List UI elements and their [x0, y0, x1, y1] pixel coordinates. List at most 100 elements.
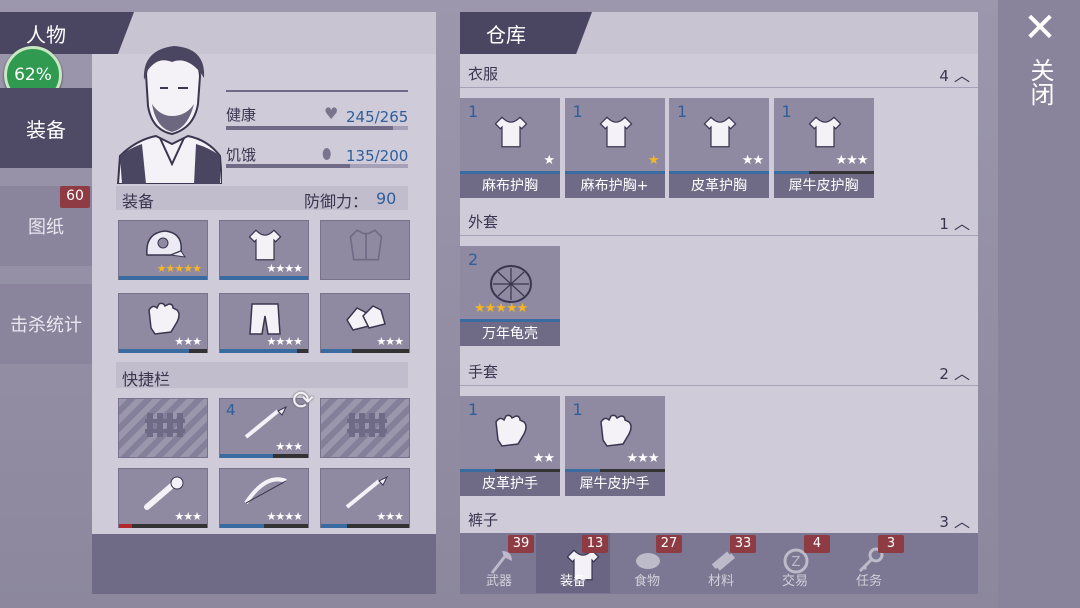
category-count: 4 ︿	[939, 62, 970, 86]
quick-slot[interactable]: ★★★	[118, 468, 208, 528]
category-count-value: 2	[939, 364, 949, 383]
star-rating: ★★	[532, 451, 555, 466]
bow-icon	[242, 475, 288, 511]
star-rating: ★★★★★	[474, 301, 528, 316]
health-bar-fill	[226, 126, 394, 130]
star-rating: ★★★	[376, 335, 404, 348]
bottom-tab-shirt[interactable]: 装备 13	[536, 533, 610, 593]
equipment-slot[interactable]: ★★★★	[219, 220, 309, 280]
star-rating: ★★★★	[266, 335, 303, 348]
chevron-up-icon[interactable]: ︿	[949, 512, 970, 531]
storage-item[interactable]: 1 ★★★ 犀牛皮护手	[564, 396, 665, 496]
glove-icon	[593, 412, 639, 456]
wrench-icon	[141, 475, 187, 511]
bottom-tab-label: 材料	[707, 574, 734, 589]
jacket-empty-icon	[343, 227, 389, 263]
swap-icon[interactable]: ⟳	[286, 386, 320, 416]
durability-bar	[119, 349, 207, 353]
star-rating: ★★★	[376, 510, 404, 523]
quick-slot[interactable]: ★★★	[320, 468, 410, 528]
bottom-tab-key[interactable]: 任务 3	[832, 533, 906, 593]
bottom-tab-label: 任务	[855, 574, 882, 589]
spear-icon	[343, 475, 389, 511]
stats-divider	[226, 90, 408, 92]
locked-fence-icon	[141, 405, 187, 441]
drumstick-icon: ⬮	[322, 145, 332, 163]
equipment-slot[interactable]: ★★★★	[219, 293, 309, 353]
quickbar-label: 快捷栏	[122, 370, 171, 389]
storage-category-header[interactable]: 手套 2 ︿	[460, 358, 978, 386]
equipment-slot[interactable]: ★★★	[320, 293, 410, 353]
chevron-up-icon[interactable]: ︿	[949, 214, 970, 233]
bottom-tab-label: 交易	[781, 574, 808, 589]
close-label[interactable]: 关闭	[1026, 58, 1054, 106]
category-count: 2 ︿	[939, 360, 970, 384]
bottom-tab-badge: 27	[656, 535, 682, 553]
bottom-tab-label: 武器	[485, 574, 512, 589]
svg-text:Z: Z	[792, 555, 801, 570]
equipment-label: 装备	[122, 192, 155, 211]
storage-item[interactable]: 1 ★★ 皮革护手	[460, 396, 560, 496]
star-rating: ★★★★	[266, 510, 303, 523]
hunger-bar-fill	[226, 164, 350, 168]
side-tab-equipment-label: 装备	[26, 117, 66, 142]
durability-bar	[119, 524, 207, 528]
storage-category-header[interactable]: 衣服 4 ︿	[460, 60, 978, 88]
star-rating: ★★★	[174, 510, 202, 523]
item-count: 2	[468, 250, 479, 269]
close-icon[interactable]: ✕	[1022, 8, 1058, 48]
bottom-tab-label: 食物	[633, 574, 660, 589]
equipment-slot[interactable]: ★★★	[118, 293, 208, 353]
health-value: 245/265	[346, 108, 409, 126]
item-count: 1	[781, 102, 792, 121]
item-count: 1	[572, 102, 583, 121]
star-rating: ★	[543, 153, 555, 168]
hunger-value: 135/200	[346, 147, 409, 165]
storage-item[interactable]: 1 ★ 麻布护胸	[460, 98, 560, 198]
bottom-tab-badge: 13	[582, 535, 608, 553]
storage-item[interactable]: 1 ★ 麻布护胸+	[564, 98, 665, 198]
storage-category-header[interactable]: 外套 1 ︿	[460, 208, 978, 236]
locked-fence-icon	[343, 405, 389, 441]
star-rating: ★★	[741, 153, 764, 168]
item-name: 皮革护胸	[669, 174, 769, 198]
chevron-up-icon[interactable]: ︿	[949, 364, 970, 383]
turtle-shell-icon	[488, 262, 534, 306]
chevron-up-icon[interactable]: ︿	[949, 66, 970, 85]
durability-bar	[220, 524, 308, 528]
side-tab-equipment[interactable]: 装备	[0, 88, 92, 168]
storage-item[interactable]: 2 ★★★★★ 万年龟壳	[460, 246, 560, 346]
side-tab-kill-stats[interactable]: 击杀统计	[0, 284, 92, 364]
equipment-slot[interactable]: ★★★★★	[118, 220, 208, 280]
star-rating: ★★★★★	[156, 262, 202, 275]
star-rating: ★★★★	[266, 262, 303, 275]
glove-icon	[488, 412, 534, 456]
boots-icon	[343, 300, 389, 336]
quick-slot[interactable]	[118, 398, 208, 458]
blueprints-badge: 60	[60, 186, 90, 208]
hunger-bar	[226, 164, 408, 168]
item-count: 1	[468, 400, 479, 419]
quick-slot[interactable]: ★★★★	[219, 468, 309, 528]
category-count: 3 ︿	[939, 508, 970, 532]
star-rating: ★★★	[275, 440, 303, 453]
bottom-tab-coin[interactable]: Z 交易 4	[758, 533, 832, 593]
pants-icon	[242, 300, 288, 336]
bottom-tab-axe[interactable]: 武器 39	[462, 533, 536, 593]
equipment-slot[interactable]	[320, 220, 410, 280]
storage-item[interactable]: 1 ★★★ 犀牛皮护胸	[773, 98, 874, 198]
bottom-tab-wood[interactable]: 材料 33	[684, 533, 758, 593]
storage-item[interactable]: 1 ★★ 皮革护胸	[669, 98, 769, 198]
durability-bar	[220, 349, 308, 353]
star-rating: ★	[647, 153, 660, 168]
bottom-tab-meat[interactable]: 食物 27	[610, 533, 684, 593]
defense-value: 90	[376, 189, 397, 208]
quick-slot[interactable]	[320, 398, 410, 458]
category-name: 手套	[468, 363, 499, 381]
star-rating: ★★★	[626, 451, 660, 466]
storage-category-header[interactable]: 裤子 3 ︿	[460, 506, 978, 534]
storage-header: 仓库	[460, 12, 978, 54]
spear-icon	[242, 405, 288, 441]
item-name: 犀牛皮护手	[564, 472, 665, 496]
shirt-icon	[242, 227, 288, 263]
